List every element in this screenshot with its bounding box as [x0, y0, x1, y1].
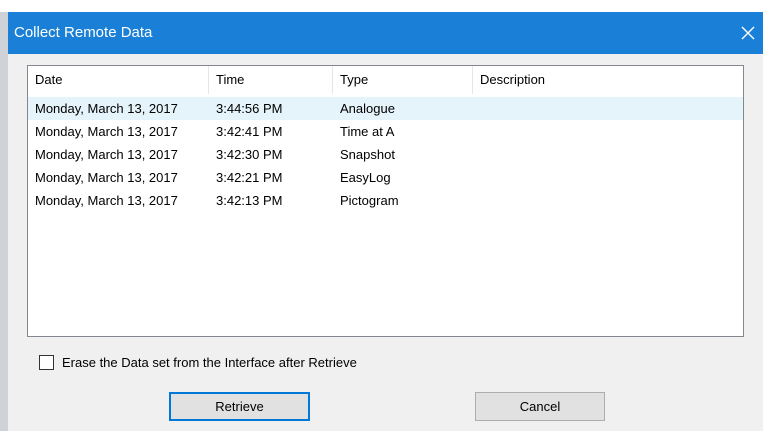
row-type: Time at A	[340, 124, 395, 139]
background-window-edge	[0, 12, 8, 431]
row-date: Monday, March 13, 2017	[35, 101, 178, 116]
row-time: 3:42:41 PM	[216, 124, 283, 139]
list-rows: Monday, March 13, 2017 3:44:56 PM Analog…	[28, 97, 743, 212]
list-row[interactable]: Monday, March 13, 2017 3:42:30 PM Snapsh…	[28, 143, 743, 166]
list-row[interactable]: Monday, March 13, 2017 3:42:21 PM EasyLo…	[28, 166, 743, 189]
row-description	[473, 189, 743, 212]
column-header-type[interactable]: Type	[333, 66, 473, 94]
retrieve-button[interactable]: Retrieve	[169, 392, 310, 421]
title-bar[interactable]: Collect Remote Data	[8, 12, 763, 54]
list-row[interactable]: Monday, March 13, 2017 3:42:13 PM Pictog…	[28, 189, 743, 212]
row-date: Monday, March 13, 2017	[35, 124, 178, 139]
cancel-button[interactable]: Cancel	[475, 392, 605, 421]
row-date: Monday, March 13, 2017	[35, 170, 178, 185]
list-row[interactable]: Monday, March 13, 2017 3:44:56 PM Analog…	[28, 97, 743, 120]
row-description	[473, 120, 743, 143]
row-type: Pictogram	[340, 193, 399, 208]
row-time: 3:42:13 PM	[216, 193, 283, 208]
top-strip	[0, 0, 763, 12]
row-date: Monday, March 13, 2017	[35, 147, 178, 162]
column-header-date[interactable]: Date	[28, 66, 209, 94]
row-description	[473, 166, 743, 189]
erase-checkbox-label: Erase the Data set from the Interface af…	[62, 354, 357, 370]
collect-remote-data-dialog: Collect Remote Data Date Time Type Descr…	[0, 0, 763, 431]
data-set-list[interactable]: Date Time Type Description Monday, March…	[27, 65, 744, 337]
row-time: 3:42:30 PM	[216, 147, 283, 162]
row-description	[473, 97, 743, 120]
window-title: Collect Remote Data	[14, 24, 153, 41]
row-time: 3:42:21 PM	[216, 170, 283, 185]
row-time: 3:44:56 PM	[216, 101, 283, 116]
dialog-body: Date Time Type Description Monday, March…	[8, 54, 763, 431]
erase-option[interactable]: Erase the Data set from the Interface af…	[39, 351, 357, 373]
erase-checkbox[interactable]	[39, 354, 54, 370]
column-header-description[interactable]: Description	[473, 66, 743, 94]
row-type: Snapshot	[340, 147, 395, 162]
close-icon	[741, 26, 755, 40]
row-date: Monday, March 13, 2017	[35, 193, 178, 208]
close-button[interactable]	[733, 12, 763, 54]
row-type: EasyLog	[340, 170, 391, 185]
row-description	[473, 143, 743, 166]
list-row[interactable]: Monday, March 13, 2017 3:42:41 PM Time a…	[28, 120, 743, 143]
row-type: Analogue	[340, 101, 395, 116]
column-header-time[interactable]: Time	[209, 66, 333, 94]
list-header: Date Time Type Description	[28, 66, 743, 94]
